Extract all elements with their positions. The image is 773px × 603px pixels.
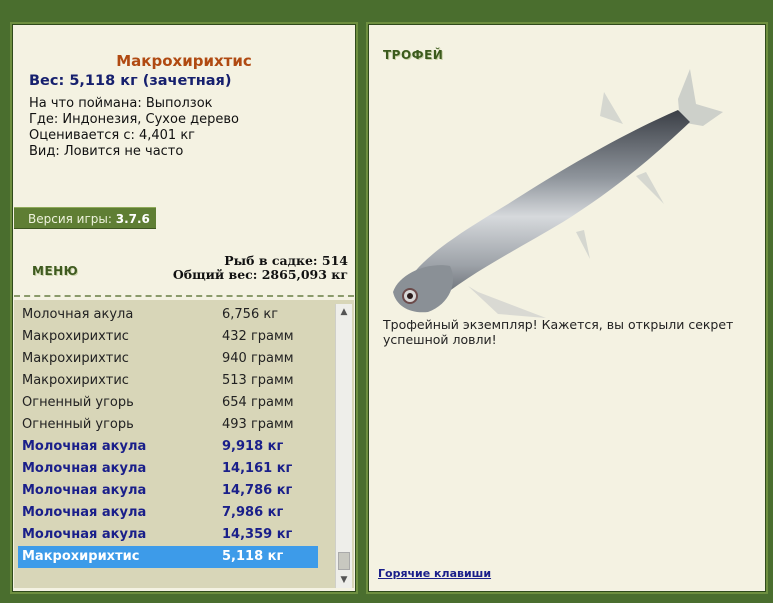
catch-fish-weight: 654 грамм — [222, 395, 294, 410]
version-badge: Версия игры: 3.7.6 — [14, 207, 156, 229]
trophy-message: Трофейный экземпляр! Кажется, вы открыли… — [383, 317, 734, 347]
separator — [14, 295, 354, 297]
catch-fish-weight: 493 грамм — [222, 417, 294, 432]
catch-fish-weight: 432 грамм — [222, 329, 294, 344]
fish-name: Макрохирихтис — [116, 52, 252, 70]
catch-fish-name: Молочная акула — [22, 461, 147, 476]
scroll-up-icon[interactable]: ▲ — [336, 304, 352, 320]
catch-fish-weight: 6,756 кг — [222, 307, 279, 322]
catch-fish-weight: 14,161 кг — [222, 461, 293, 476]
catch-list-row[interactable]: Макрохирихтис 5,118 кг — [18, 546, 318, 568]
catch-fish-weight: 9,918 кг — [222, 439, 284, 454]
catch-stats: Рыб в садке: 514 Общий вес: 2865,093 кг — [173, 254, 348, 282]
catch-list-row[interactable]: Молочная акула 14,161 кг — [18, 458, 318, 480]
scroll-thumb[interactable] — [338, 552, 350, 570]
catch-list-row[interactable]: Макрохирихтис 940 грамм — [18, 348, 318, 370]
total-weight: Общий вес: 2865,093 кг — [172, 267, 348, 282]
trophy-panel: ТРОФЕЙ Трофейный экземпляр! Кажется, вы … — [366, 22, 768, 594]
version-label: Версия игры: — [28, 212, 112, 226]
catch-fish-name: Макрохирихтис — [22, 351, 129, 366]
fish-count: Рыб в садке: 514 — [224, 253, 348, 268]
catch-fish-name: Макрохирихтис — [22, 373, 129, 388]
catch-list-row[interactable]: Макрохирихтис 432 грамм — [18, 326, 318, 348]
location-info: Где: Индонезия, Сухое дерево — [29, 112, 239, 127]
catch-list-row[interactable]: Молочная акула 7,986 кг — [18, 502, 318, 524]
catch-fish-name: Огненный угорь — [22, 395, 134, 410]
catch-fish-name: Молочная акула — [22, 483, 147, 498]
fish-weight: Вес: 5,118 кг (зачетная) — [29, 73, 232, 89]
catch-fish-weight: 14,359 кг — [222, 527, 293, 542]
catch-list-row[interactable]: Молочная акула 14,786 кг — [18, 480, 318, 502]
catch-fish-weight: 7,986 кг — [222, 505, 284, 520]
catch-list-row[interactable]: Молочная акула 9,918 кг — [18, 436, 318, 458]
catch-fish-weight: 14,786 кг — [222, 483, 293, 498]
trophy-fish-image — [393, 69, 723, 318]
catch-fish-name: Молочная акула — [22, 527, 147, 542]
catch-list-row[interactable]: Макрохирихтис 513 грамм — [18, 370, 318, 392]
catch-fish-weight: 940 грамм — [222, 351, 294, 366]
scroll-down-icon[interactable]: ▼ — [336, 572, 352, 588]
species-info: Вид: Ловится не часто — [29, 144, 184, 159]
catch-fish-name: Огненный угорь — [22, 417, 134, 432]
catch-fish-name: Молочная акула — [22, 505, 147, 520]
catch-list-row[interactable]: Огненный угорь 654 грамм — [18, 392, 318, 414]
catch-fish-name: Макрохирихтис — [22, 549, 140, 564]
catch-fish-name: Молочная акула — [22, 439, 147, 454]
trophy-title: ТРОФЕЙ — [383, 48, 444, 62]
catch-fish-weight: 513 грамм — [222, 373, 294, 388]
catch-fish-weight: 5,118 кг — [222, 549, 284, 564]
catch-list: Молочная акула 6,756 кг Макрохирихтис 432 г… — [14, 300, 354, 588]
catch-fish-name: Макрохирихтис — [22, 329, 129, 344]
catch-list-row[interactable]: Молочная акула 14,359 кг — [18, 524, 318, 546]
catch-list-row[interactable]: Огненный угорь 493 грамм — [18, 414, 318, 436]
menu-button[interactable]: МЕНЮ — [32, 264, 78, 278]
catch-details-panel: Макрохирихтис Вес: 5,118 кг (зачетная) Н… — [10, 22, 358, 594]
rating-info: Оценивается с: 4,401 кг — [29, 128, 196, 143]
catch-fish-name: Молочная акула — [22, 307, 134, 322]
bait-info: На что поймана: Выползок — [29, 96, 213, 111]
catch-list-scrollbar[interactable]: ▲ ▼ — [335, 304, 352, 588]
version-value: 3.7.6 — [115, 212, 150, 226]
catch-list-row[interactable]: Молочная акула 6,756 кг — [18, 304, 318, 326]
hotkeys-link[interactable]: Горячие клавиши — [378, 567, 491, 580]
